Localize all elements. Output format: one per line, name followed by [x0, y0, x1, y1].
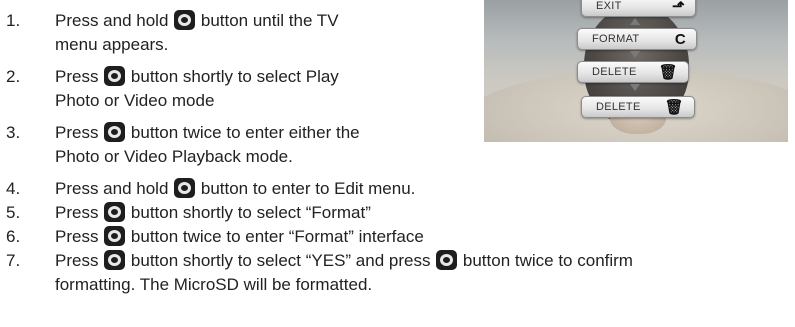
step-text-segment: menu appears. [55, 35, 169, 54]
step-number: 7. [6, 251, 21, 270]
step-text-segment: button twice to enter “Format” interface [126, 227, 424, 246]
step-text-segment: button twice to confirm [458, 251, 633, 270]
menu-item-label: FORMAT [592, 33, 640, 45]
menu-item-label: EXIT [596, 0, 622, 12]
step-text-segment: Press and hold [55, 11, 174, 30]
step-text-segment: Press [55, 67, 104, 86]
trash-all-icon: 🗑 [664, 99, 684, 116]
step-text: Photo or Video Playback mode. [55, 145, 293, 169]
step-text: Press button twice to enter “Format” int… [55, 225, 424, 249]
step-text-segment: Press and hold [55, 179, 174, 198]
trash-icon: 🗑 [658, 64, 678, 81]
step-text-segment: Press [55, 251, 104, 270]
menu-item-label: DELETE [596, 101, 641, 113]
menu-item-label: DELETE [592, 66, 637, 78]
arrow-down-icon [630, 51, 640, 58]
step-text: Press button twice to enter either the [55, 121, 360, 145]
menu-item-delete-all[interactable]: DELETE 🗑 [581, 96, 695, 118]
camera-button-icon [104, 202, 126, 222]
step-text-segment: Press [55, 123, 104, 142]
step-text-segment: button twice to enter either the [126, 123, 360, 142]
step-text: Press button shortly to select Play [55, 65, 339, 89]
arrow-up-icon [630, 18, 640, 25]
menu-item-format[interactable]: FORMAT C [577, 28, 697, 50]
step-text: Press button shortly to select “YES” and… [55, 249, 633, 273]
exit-icon: ⬏ [672, 0, 685, 15]
step-text: Press and hold button to enter to Edit m… [55, 177, 415, 201]
step-text-segment: Press [55, 203, 104, 222]
step-text: menu appears. [55, 33, 168, 57]
step-number: 4. [6, 179, 21, 198]
camera-button-icon [104, 226, 126, 246]
step-text-segment: button shortly to select Play [126, 67, 339, 86]
arrow-down-icon [630, 84, 640, 91]
camera-button-icon [104, 122, 126, 142]
step-text-segment: Photo or Video Playback mode. [55, 147, 293, 166]
format-icon: C [674, 31, 686, 48]
step-text: Photo or Video mode [55, 89, 214, 113]
step-text-segment: button until the TV [196, 11, 339, 30]
step-text-segment: button shortly to select “Format” [126, 203, 371, 222]
step-text-segment: button shortly to select “YES” and press [126, 251, 436, 270]
step-text-segment: formatting. The MicroSD will be formatte… [55, 275, 373, 294]
step-text-segment: button to enter to Edit menu. [196, 179, 416, 198]
step-text-segment: Press [55, 227, 104, 246]
camera-button-icon [436, 250, 458, 270]
step-text-segment: Photo or Video mode [55, 91, 215, 110]
step-text: Press button shortly to select “Format” [55, 201, 371, 225]
tv-menu-screenshot: EXIT ⬏ FORMAT C DELETE 🗑 DELETE 🗑 [484, 0, 788, 142]
camera-button-icon [174, 178, 196, 198]
menu-item-delete[interactable]: DELETE 🗑 [577, 61, 689, 83]
step-number: 6. [6, 227, 21, 246]
camera-button-icon [104, 66, 126, 86]
menu-item-exit[interactable]: EXIT ⬏ [581, 0, 696, 17]
step-text: formatting. The MicroSD will be formatte… [55, 273, 372, 297]
step-number: 1. [6, 11, 21, 30]
camera-button-icon [174, 10, 196, 30]
step-number: 2. [6, 67, 21, 86]
step-number: 5. [6, 203, 21, 222]
camera-button-icon [104, 250, 126, 270]
step-number: 3. [6, 123, 21, 142]
step-text: Press and hold button until the TV [55, 9, 339, 33]
